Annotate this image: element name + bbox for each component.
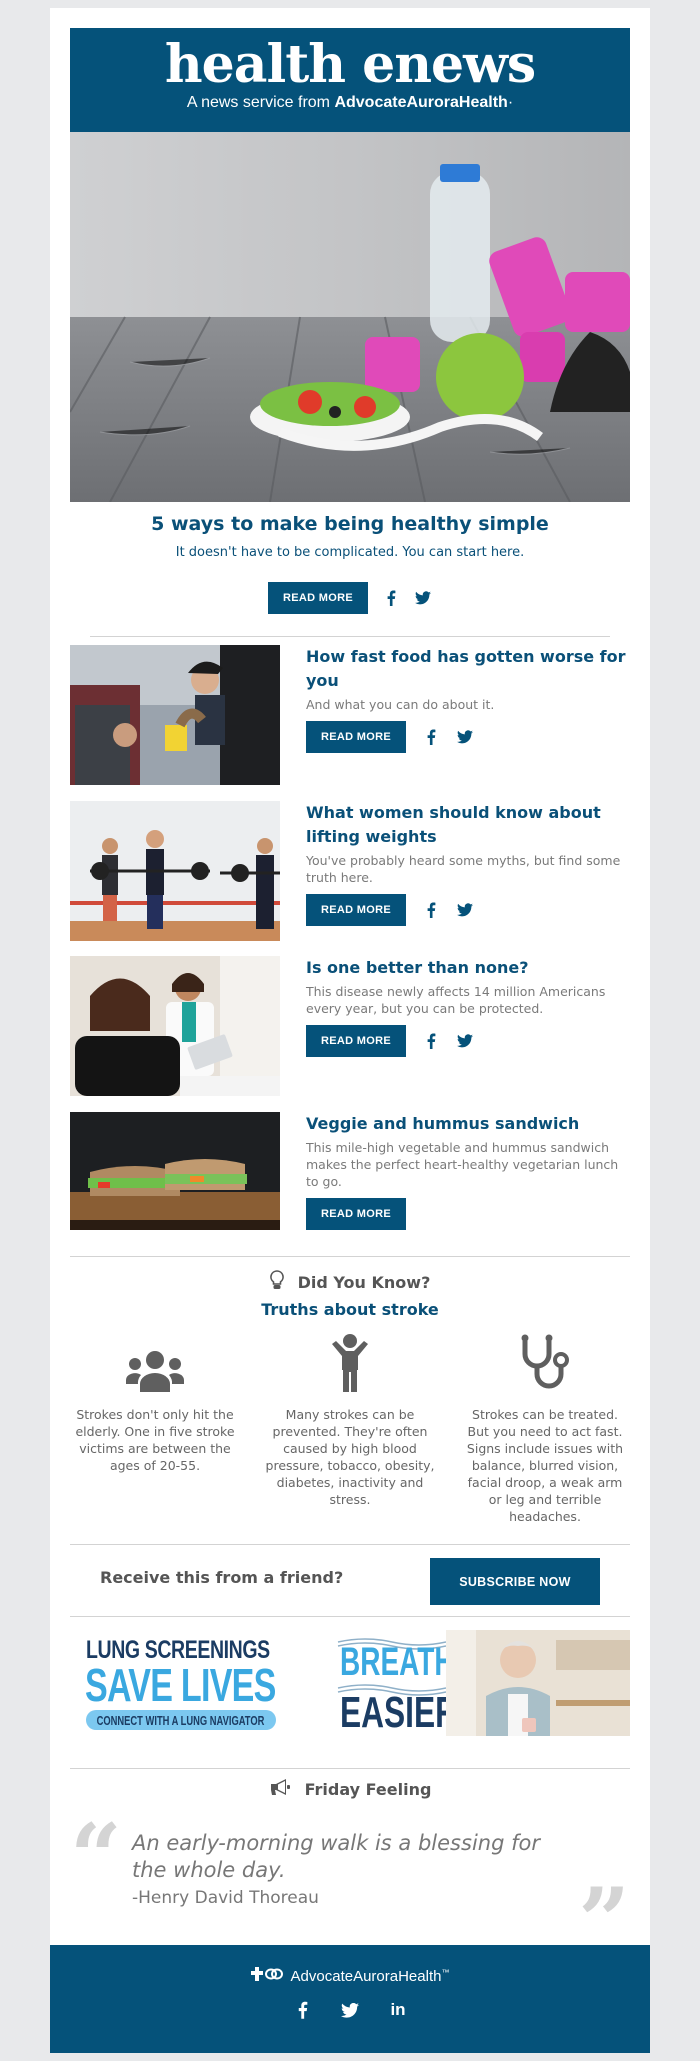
stethoscope-icon	[460, 1328, 630, 1392]
quote-author: -Henry David Thoreau	[132, 1888, 319, 1908]
story-title[interactable]: What women should know about lifting wei…	[306, 801, 630, 849]
breathe-photo	[446, 1630, 630, 1736]
twitter-icon[interactable]	[456, 901, 474, 919]
story-thumbnail[interactable]	[70, 645, 280, 785]
footer-logo[interactable]: AdvocateAuroraHealth™	[50, 1967, 650, 1985]
story-summary: And what you can do about it.	[306, 697, 495, 712]
story-item: Is one better than none? This disease ne…	[70, 956, 630, 1098]
hero-read-more-button[interactable]: READ MORE	[268, 582, 368, 614]
story-body: How fast food has gotten worse for you A…	[306, 645, 630, 753]
twitter-icon[interactable]	[414, 589, 432, 607]
quote-text: An early-morning walk is a blessing for …	[132, 1831, 540, 1882]
fact-text: Many strokes can be prevented. They're o…	[265, 1407, 435, 1507]
story-actions: READ MORE	[306, 894, 630, 926]
story-read-more-button[interactable]: READ MORE	[306, 721, 406, 753]
email-viewport: health enews A news service from Advocat…	[0, 0, 700, 2061]
subscribe-now-button[interactable]: SUBSCRIBE NOW	[430, 1558, 600, 1605]
facts-row: Strokes don't only hit the elderly. One …	[70, 1328, 630, 1525]
footer-brand: AdvocateAuroraHealth™	[290, 1967, 450, 1985]
group-icon	[70, 1328, 240, 1392]
aah-logo-icon	[250, 1967, 283, 1985]
story-read-more-button[interactable]: READ MORE	[306, 894, 406, 926]
story-item: Veggie and hummus sandwich This mile-hig…	[70, 1112, 630, 1242]
story-summary: This mile-high vegetable and hummus sand…	[306, 1140, 619, 1189]
story-read-more-button[interactable]: READ MORE	[306, 1025, 406, 1057]
open-quote-icon: “	[70, 1804, 122, 1910]
subscribe-question: Receive this from a friend?	[100, 1568, 344, 1587]
fact-text: Strokes can be treated. But you need to …	[466, 1407, 624, 1524]
story-actions: READ MORE	[306, 721, 630, 753]
story-title[interactable]: Is one better than none?	[306, 956, 630, 980]
section-divider	[70, 1768, 630, 1769]
did-you-know-subheading: Truths about stroke	[261, 1300, 439, 1319]
lung-navigator-pill[interactable]: CONNECT WITH A LUNG NAVIGATOR	[86, 1710, 276, 1730]
story-thumbnail[interactable]	[70, 1112, 280, 1230]
story-body: Is one better than none? This disease ne…	[306, 956, 630, 1057]
friday-feeling-section: Friday Feeling “ An early-morning walk i…	[70, 1778, 630, 1966]
section-divider	[70, 1616, 630, 1617]
story-item: How fast food has gotten worse for you A…	[70, 645, 630, 787]
fact-item: Strokes can be treated. But you need to …	[460, 1328, 630, 1525]
story-body: What women should know about lifting wei…	[306, 801, 630, 926]
twitter-icon[interactable]	[339, 1999, 361, 2021]
newsletter-card: health enews A news service from Advocat…	[50, 8, 650, 2053]
twitter-icon[interactable]	[456, 1032, 474, 1050]
story-title[interactable]: Veggie and hummus sandwich	[306, 1112, 630, 1136]
story-title[interactable]: How fast food has gotten worse for you	[306, 645, 630, 693]
hero-actions: READ MORE	[50, 582, 650, 614]
story-actions: READ MORE	[306, 1025, 630, 1057]
story-item: What women should know about lifting wei…	[70, 801, 630, 943]
lung-banner-line2: SAVE LIVES	[85, 1659, 276, 1711]
person-arms-up-icon	[265, 1328, 435, 1392]
hero-headline[interactable]: 5 ways to make being healthy simple	[70, 513, 630, 535]
footer-social-links: in	[50, 1999, 650, 2021]
section-divider	[70, 1256, 630, 1257]
twitter-icon[interactable]	[456, 728, 474, 746]
story-summary: You've probably heard some myths, but fi…	[306, 853, 621, 885]
breathe-easier-banner[interactable]: BREATHE EASIER	[326, 1630, 630, 1737]
megaphone-icon	[269, 1778, 291, 1800]
brand-name: AdvocateAuroraHealth	[334, 94, 508, 111]
facebook-icon[interactable]	[382, 589, 400, 607]
story-thumbnail[interactable]	[70, 956, 280, 1096]
facebook-icon[interactable]	[291, 1999, 313, 2021]
masthead[interactable]: health enews A news service from Advocat…	[70, 28, 630, 132]
story-body: Veggie and hummus sandwich This mile-hig…	[306, 1112, 630, 1230]
story-summary: This disease newly affects 14 million Am…	[306, 984, 606, 1016]
friday-feeling-heading: Friday Feeling	[70, 1778, 630, 1800]
facebook-icon[interactable]	[422, 728, 440, 746]
section-divider	[90, 636, 610, 637]
story-actions: READ MORE	[306, 1198, 630, 1230]
fact-item: Strokes don't only hit the elderly. One …	[70, 1328, 240, 1525]
fact-item: Many strokes can be prevented. They're o…	[265, 1328, 435, 1525]
masthead-subtitle: A news service from AdvocateAuroraHealth…	[186, 94, 514, 111]
lightbulb-icon	[269, 1270, 284, 1294]
fact-text: Strokes don't only hit the elderly. One …	[75, 1407, 235, 1473]
facebook-icon[interactable]	[422, 1032, 440, 1050]
section-divider	[70, 1544, 630, 1545]
footer: AdvocateAuroraHealth™ in	[50, 1945, 650, 2053]
story-read-more-button[interactable]: READ MORE	[306, 1198, 406, 1230]
masthead-title: health enews	[164, 34, 536, 95]
hero-subtitle: It doesn't have to be complicated. You c…	[175, 545, 525, 560]
linkedin-icon[interactable]: in	[387, 1999, 409, 2021]
subscribe-row: Receive this from a friend? SUBSCRIBE NO…	[70, 1552, 630, 1608]
lung-screening-banner[interactable]: LUNG SCREENINGS SAVE LIVES CONNECT WITH …	[70, 1630, 330, 1736]
facebook-icon[interactable]	[422, 901, 440, 919]
hero-image[interactable]	[70, 132, 630, 502]
did-you-know-heading: Did You Know?	[70, 1270, 630, 1294]
did-you-know-section: Did You Know? Truths about stroke	[70, 1270, 630, 1319]
story-thumbnail[interactable]	[70, 801, 280, 941]
breathe-line2: EASIER	[340, 1688, 458, 1737]
